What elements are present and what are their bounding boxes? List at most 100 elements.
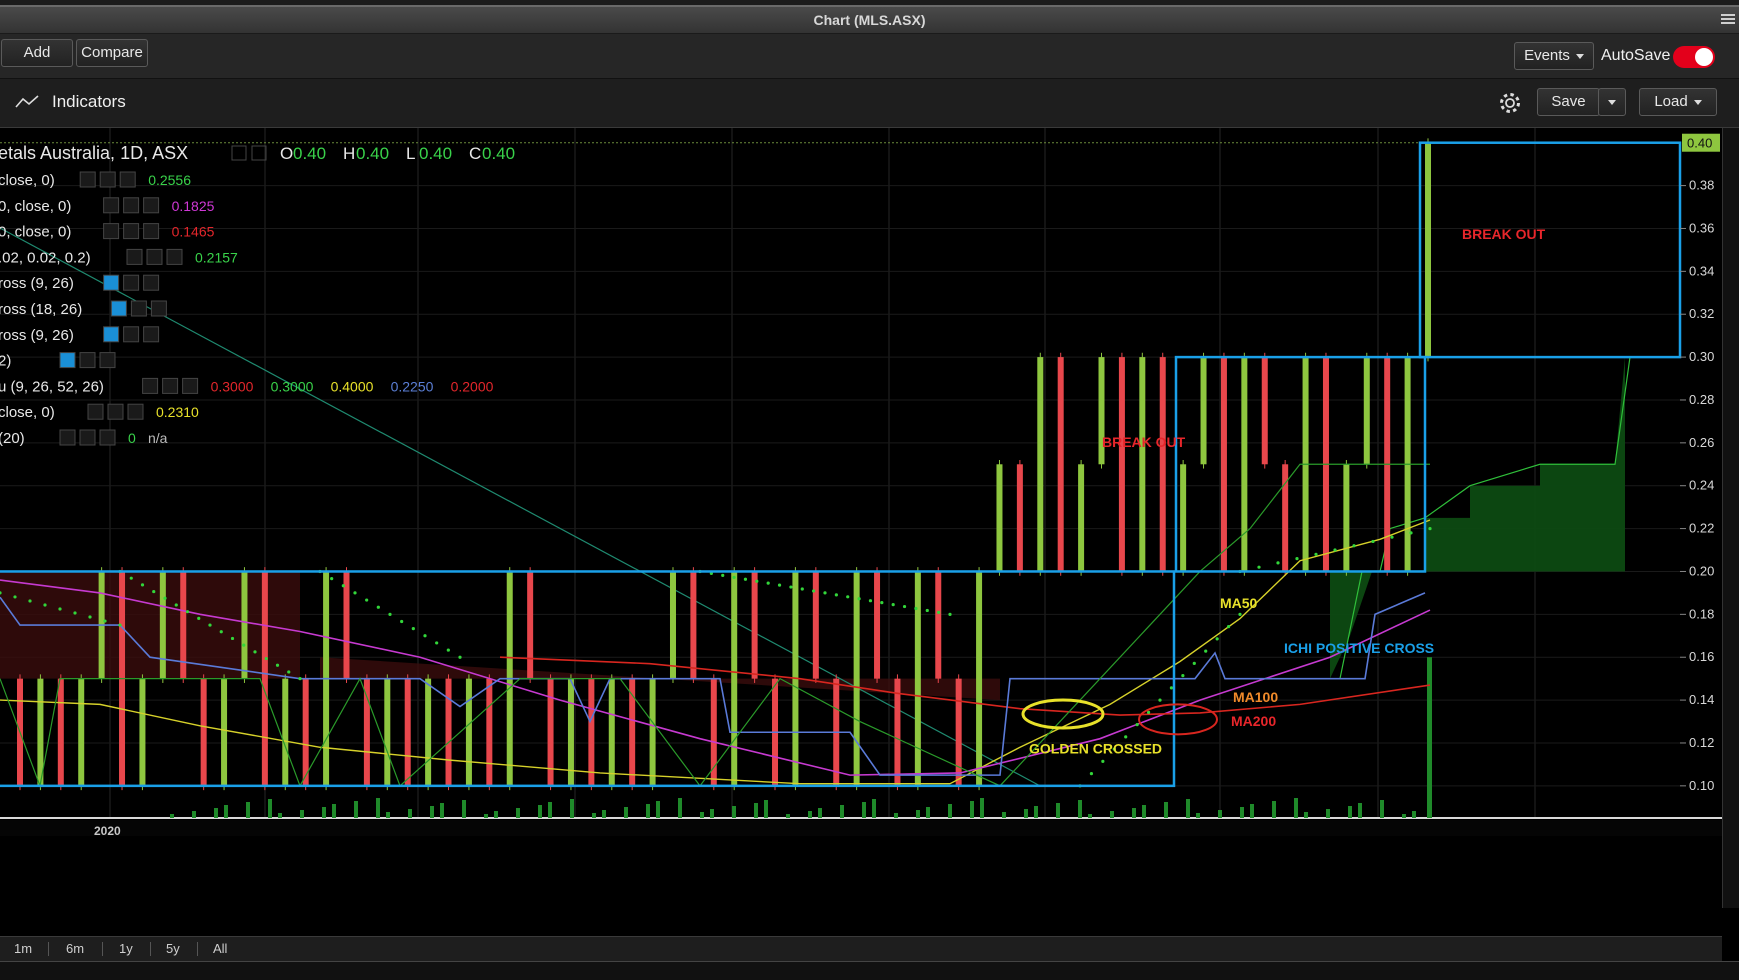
cloud-bullish: [1330, 357, 1625, 679]
psar-dot: [435, 641, 439, 645]
range-1m-button[interactable]: 1m: [14, 941, 32, 956]
ohlc-value: 0.40: [482, 144, 515, 163]
window-top-edge: [0, 0, 1739, 7]
candle-up: [221, 678, 228, 786]
ohlc-value: 0.40: [356, 144, 389, 163]
psar-dot: [800, 587, 804, 591]
psar-dot: [330, 577, 334, 581]
study-value: 0.2157: [195, 249, 238, 265]
psar-dot: [914, 606, 918, 611]
eye-icon: [126, 248, 143, 265]
save-options-button[interactable]: [1598, 88, 1626, 116]
volume-bar: [408, 809, 412, 818]
volume-bar: [462, 800, 466, 818]
line-chart-icon[interactable]: [14, 93, 40, 111]
add-button-label: Add: [23, 44, 51, 61]
gear-icon[interactable]: [1497, 90, 1523, 116]
volume-bar: [754, 803, 758, 818]
volume-bar: [278, 813, 282, 818]
candle-up: [1241, 357, 1248, 572]
psar-dot: [253, 650, 257, 654]
volume-bar: [808, 811, 812, 818]
volume-bar: [1358, 803, 1362, 818]
psar-dot: [411, 627, 415, 631]
psar-dot: [937, 610, 941, 614]
psar-dot: [365, 598, 369, 602]
psar-dot: [1124, 735, 1128, 739]
toggle-knob: [1695, 48, 1713, 66]
eye-icon: [110, 300, 127, 317]
psar-dot: [880, 601, 884, 605]
study-name: close, 0): [0, 404, 55, 421]
last-price-label: 0.40: [1687, 136, 1712, 151]
candle-down: [955, 678, 962, 786]
load-dropdown[interactable]: Load: [1639, 88, 1717, 116]
breakout-box-upper: [1418, 141, 1682, 359]
range-all-button[interactable]: All: [213, 941, 227, 956]
close-icon: [166, 248, 183, 265]
close-icon: [143, 197, 160, 214]
psar-dot: [287, 670, 291, 674]
psar-dot: [197, 616, 201, 620]
add-button[interactable]: Add: [1, 39, 73, 67]
study-name: 0, close, 0): [0, 198, 71, 215]
candle-down: [690, 571, 697, 679]
volume-bar: [1132, 808, 1136, 818]
psar-dot: [446, 648, 450, 652]
volume-bar: [224, 805, 228, 818]
study-name: (20): [0, 430, 25, 447]
candle-up: [282, 678, 289, 786]
psar-dot: [823, 591, 827, 595]
events-dropdown[interactable]: Events: [1514, 42, 1594, 70]
y-tick-label: 0.34: [1689, 263, 1714, 278]
candle-up: [1363, 357, 1370, 465]
candle-down: [812, 571, 819, 679]
range-1y-button[interactable]: 1y: [119, 941, 133, 956]
volume-bar: [916, 810, 920, 818]
psar-dot: [73, 611, 77, 615]
psar-dot: [423, 634, 427, 638]
autosave-label: AutoSave: [1601, 47, 1671, 64]
price-chart[interactable]: 2020 0.10 0.12 0.14 0.16 0.18 0.20 0.22 0.24 0.2…: [0, 128, 1722, 908]
y-tick-label: 0.18: [1689, 606, 1714, 621]
candle-down: [1159, 357, 1166, 572]
candle-down: [935, 571, 942, 679]
y-tick-label: 0.12: [1689, 735, 1714, 750]
psar-dot: [298, 677, 302, 681]
legend-control-icon: [251, 145, 267, 161]
breakout-label-upper: BREAK OUT: [1462, 226, 1546, 242]
volume-bar: [1380, 800, 1384, 818]
autosave-toggle[interactable]: [1673, 46, 1715, 68]
compare-button[interactable]: Compare: [76, 39, 148, 67]
psar-dot: [341, 584, 345, 588]
psar-dot: [1371, 539, 1375, 544]
psar-dot: [868, 599, 873, 603]
volume-bar: [764, 800, 768, 818]
psar-dot: [766, 581, 770, 585]
candle-up: [1139, 357, 1146, 572]
candle-down: [363, 678, 370, 786]
psar-dot: [1257, 565, 1261, 569]
volume-bar: [862, 802, 866, 818]
chart-area[interactable]: 2020 0.10 0.12 0.14 0.16 0.18 0.20 0.22 0.24 0.2…: [0, 128, 1722, 908]
volume-bar: [872, 799, 876, 818]
indicators-label[interactable]: Indicators: [52, 92, 126, 112]
psar-dot: [812, 589, 816, 593]
save-button[interactable]: Save: [1537, 88, 1600, 116]
main-toolbar: Add Compare Events AutoSave: [0, 34, 1739, 79]
psar-dot: [1428, 526, 1432, 531]
ohlc-value: 0.40: [293, 144, 326, 163]
candle-up: [1425, 142, 1431, 358]
y-tick-label: 0.10: [1689, 778, 1714, 793]
range-5y-button[interactable]: 5y: [166, 941, 180, 956]
range-6m-button[interactable]: 6m: [66, 941, 84, 956]
volume-bar: [786, 814, 790, 818]
psar-dot: [777, 583, 782, 587]
ma50-label: MA50: [1220, 595, 1258, 611]
hamburger-menu-icon[interactable]: [1721, 12, 1735, 26]
volume-bar: [570, 799, 574, 818]
candle-down: [547, 678, 554, 786]
close-icon: [182, 377, 199, 394]
psar-dot: [743, 577, 748, 581]
breakout-label-mid: BREAK OUT: [1102, 434, 1186, 450]
